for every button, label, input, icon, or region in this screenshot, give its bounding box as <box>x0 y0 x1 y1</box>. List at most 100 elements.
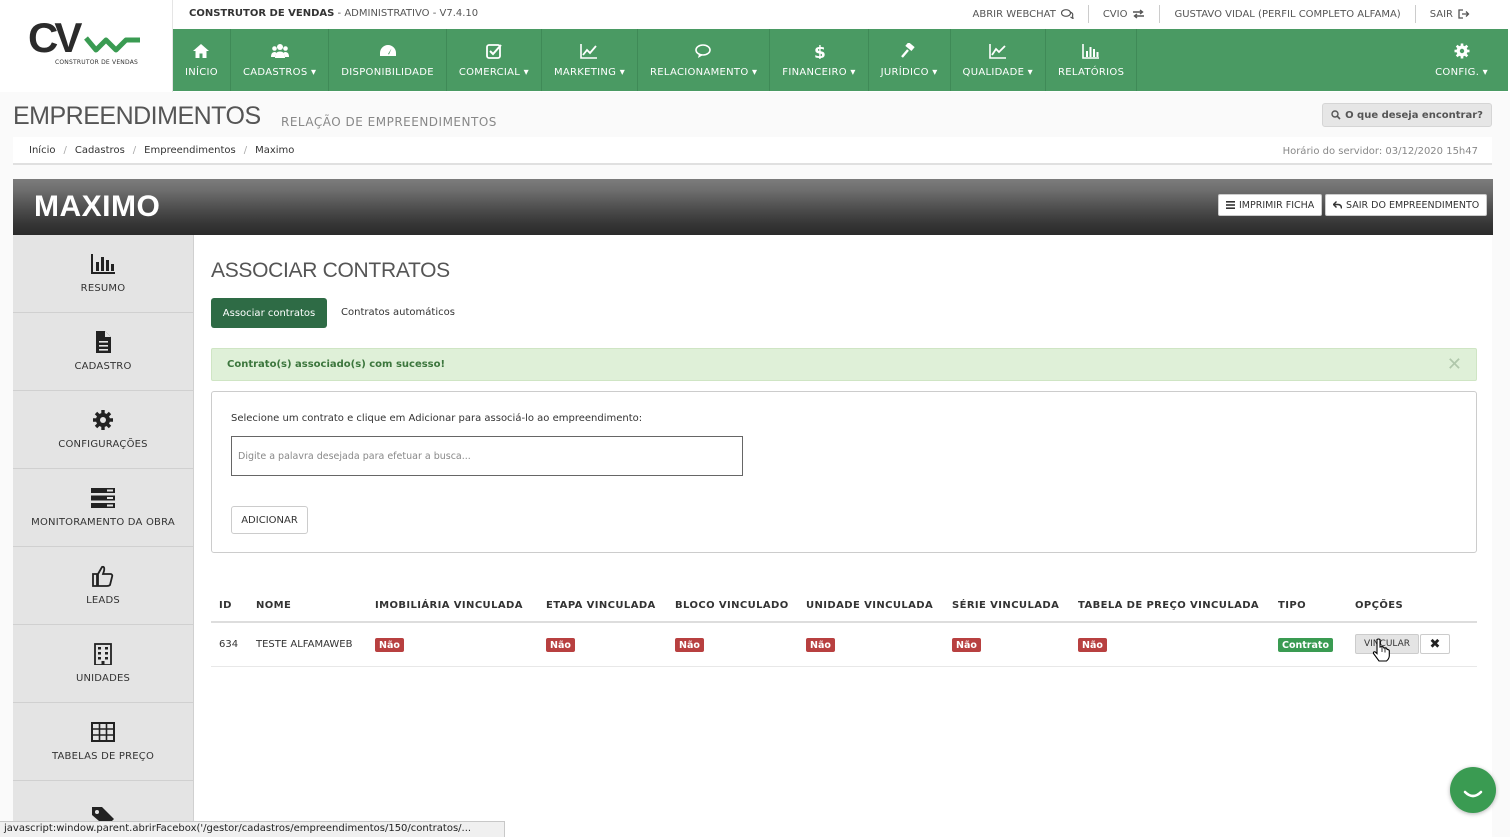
breadcrumb-empreendimentos[interactable]: Empreendimentos <box>144 145 236 156</box>
page-title: EMPREENDIMENTOS <box>13 102 261 130</box>
table-row: 634 TESTE ALFAMAWEB Não Não Não Não Não … <box>211 623 1477 667</box>
cell-id: 634 <box>219 639 239 650</box>
user-profile-link[interactable]: GUSTAVO VIDAL (PERFIL COMPLETO ALFAMA) <box>1160 5 1416 23</box>
table-header: ID NOME IMOBILIÁRIA VINCULADA ETAPA VINC… <box>211 595 1477 623</box>
sign-out-icon <box>1458 9 1470 19</box>
comments-icon <box>1060 9 1074 19</box>
browser-status-bar: javascript:window.parent.abrirFacebox('/… <box>0 821 505 837</box>
exchange-icon <box>1133 9 1145 19</box>
gavel-icon <box>901 42 915 58</box>
tab-contratos-automaticos[interactable]: Contratos automáticos <box>341 307 455 318</box>
users-icon <box>270 43 289 58</box>
breadcrumb-separator: / <box>243 145 248 156</box>
nav-disponibilidade[interactable]: DISPONIBILIDADE <box>329 29 447 91</box>
breadcrumb-separator: / <box>63 145 67 156</box>
bar-chart-icon <box>1082 43 1100 59</box>
check-square-icon <box>485 43 502 59</box>
col-tabela-preco: TABELA DE PREÇO VINCULADA <box>1078 600 1260 611</box>
server-icon <box>91 488 115 508</box>
logo-tagline: CONSTRUTOR DE VENDAS <box>55 59 139 66</box>
table-icon <box>91 722 115 742</box>
cvio-link[interactable]: CVIO <box>1089 5 1161 23</box>
dashboard-icon <box>379 44 396 56</box>
system-name: CONSTRUTOR DE VENDAS <box>189 8 335 19</box>
line-chart-icon <box>580 43 598 59</box>
nav-config[interactable]: CONFIG. ▾ <box>1423 29 1508 91</box>
file-icon <box>96 331 111 353</box>
svg-text:CV: CV <box>28 16 82 60</box>
server-time: Horário do servidor: 03/12/2020 15h47 <box>1282 146 1478 157</box>
nav-cadastros[interactable]: CADASTROS ▾ <box>231 29 330 91</box>
nav-relatorios[interactable]: RELATÓRIOS <box>1046 29 1138 91</box>
home-icon <box>193 43 210 58</box>
nav-juridico[interactable]: JURÍDICO ▾ <box>869 29 951 91</box>
area-chart-icon <box>988 43 1006 59</box>
nav-relacionamento[interactable]: RELACIONAMENTO ▾ <box>638 29 771 91</box>
page-subtitle: RELAÇÃO DE EMPREENDIMENTOS <box>281 115 497 129</box>
nav-financeiro[interactable]: $ FINANCEIRO ▾ <box>770 29 869 91</box>
list-icon <box>1226 201 1235 209</box>
associate-panel: Selecione um contrato e clique em Adicio… <box>211 391 1477 553</box>
instruction-text: Selecione um contrato e clique em Adicio… <box>231 413 643 424</box>
col-serie: SÉRIE VINCULADA <box>952 600 1060 611</box>
nav-inicio[interactable]: INÍCIO <box>173 29 231 91</box>
svg-text:$: $ <box>814 43 826 59</box>
col-opcoes: OPÇÕES <box>1355 600 1404 611</box>
global-search-button[interactable]: O que deseja encontrar? <box>1322 103 1492 127</box>
bar-chart-icon <box>91 254 115 274</box>
col-bloco: BLOCO VINCULADO <box>675 600 789 611</box>
alert-message: Contrato(s) associado(s) com sucesso! <box>227 359 446 370</box>
main-nav: INÍCIO CADASTROS ▾ DISPONIBILIDADE COMER… <box>173 29 1508 91</box>
sidebar-item-resumo[interactable]: RESUMO <box>13 235 193 313</box>
breadcrumb-inicio[interactable]: Início <box>29 145 55 156</box>
breadcrumb-bar: Início / Cadastros / Empreendimentos / M… <box>13 137 1492 165</box>
badge-serie: Não <box>952 638 981 652</box>
system-rest: - ADMINISTRATIVO - V7.4.10 <box>334 8 479 19</box>
top-bar: CV CONSTRUTOR DE VENDAS CONSTRUTOR DE VE… <box>0 0 1510 92</box>
building-icon <box>94 643 112 665</box>
badge-imobiliaria: Não <box>375 638 404 652</box>
top-links: ABRIR WEBCHAT CVIO GUSTAVO VIDAL (PERFIL… <box>959 3 1470 25</box>
col-imobiliaria: IMOBILIÁRIA VINCULADA <box>375 600 523 611</box>
logout-link[interactable]: SAIR <box>1416 5 1470 23</box>
sidebar-item-monitoramento[interactable]: MONITORAMENTO DA OBRA <box>13 469 193 547</box>
contracts-table: ID NOME IMOBILIÁRIA VINCULADA ETAPA VINC… <box>211 595 1477 667</box>
chat-bubbles-icon <box>694 43 711 58</box>
sidebar-item-cadastro[interactable]: CADASTRO <box>13 313 193 391</box>
gear-icon <box>1454 43 1470 58</box>
col-nome: NOME <box>256 600 292 611</box>
nav-comercial[interactable]: COMERCIAL ▾ <box>447 29 542 91</box>
hand-cursor-icon <box>1372 638 1390 662</box>
project-name: MAXIMO <box>34 190 161 223</box>
remove-button[interactable]: ✖ <box>1420 634 1450 654</box>
close-icon[interactable]: ✕ <box>1447 354 1462 375</box>
chat-widget-button[interactable] <box>1450 767 1496 813</box>
exit-project-button[interactable]: SAIR DO EMPREENDIMENTO <box>1325 194 1488 216</box>
col-etapa: ETAPA VINCULADA <box>546 600 656 611</box>
sidebar-item-leads[interactable]: LEADS <box>13 547 193 625</box>
breadcrumb-cadastros[interactable]: Cadastros <box>75 145 125 156</box>
system-version: CONSTRUTOR DE VENDAS - ADMINISTRATIVO - … <box>189 8 478 19</box>
nav-marketing[interactable]: MARKETING ▾ <box>542 29 639 91</box>
dollar-icon: $ <box>814 43 826 59</box>
badge-tabela: Não <box>1078 638 1107 652</box>
cv-logo-icon: CV <box>28 16 140 60</box>
project-banner: MAXIMO IMPRIMIR FICHA SAIR DO EMPREENDIM… <box>13 179 1493 235</box>
section-title: ASSOCIAR CONTRATOS <box>211 259 450 282</box>
badge-tipo: Contrato <box>1278 638 1333 652</box>
print-sheet-button[interactable]: IMPRIMIR FICHA <box>1218 194 1323 216</box>
add-button[interactable]: ADICIONAR <box>231 506 308 534</box>
sidebar-item-tabelas-preco[interactable]: TABELAS DE PREÇO <box>13 703 193 781</box>
sidebar-item-unidades[interactable]: UNIDADES <box>13 625 193 703</box>
contract-search-input[interactable] <box>231 436 743 476</box>
badge-bloco: Não <box>675 638 704 652</box>
success-alert: Contrato(s) associado(s) com sucesso! ✕ <box>211 348 1477 381</box>
webchat-link[interactable]: ABRIR WEBCHAT <box>959 5 1089 23</box>
gear-icon <box>93 410 113 430</box>
sidebar-item-configuracoes[interactable]: CONFIGURAÇÕES <box>13 391 193 469</box>
logo[interactable]: CV CONSTRUTOR DE VENDAS <box>0 0 173 92</box>
main-content: ASSOCIAR CONTRATOS Associar contratos Co… <box>194 235 1492 837</box>
project-sidebar: RESUMO CADASTRO CONFIGURAÇÕES MONITORAME… <box>13 235 194 837</box>
nav-qualidade[interactable]: QUALIDADE ▾ <box>951 29 1046 91</box>
tab-associar-contratos[interactable]: Associar contratos <box>211 298 327 328</box>
